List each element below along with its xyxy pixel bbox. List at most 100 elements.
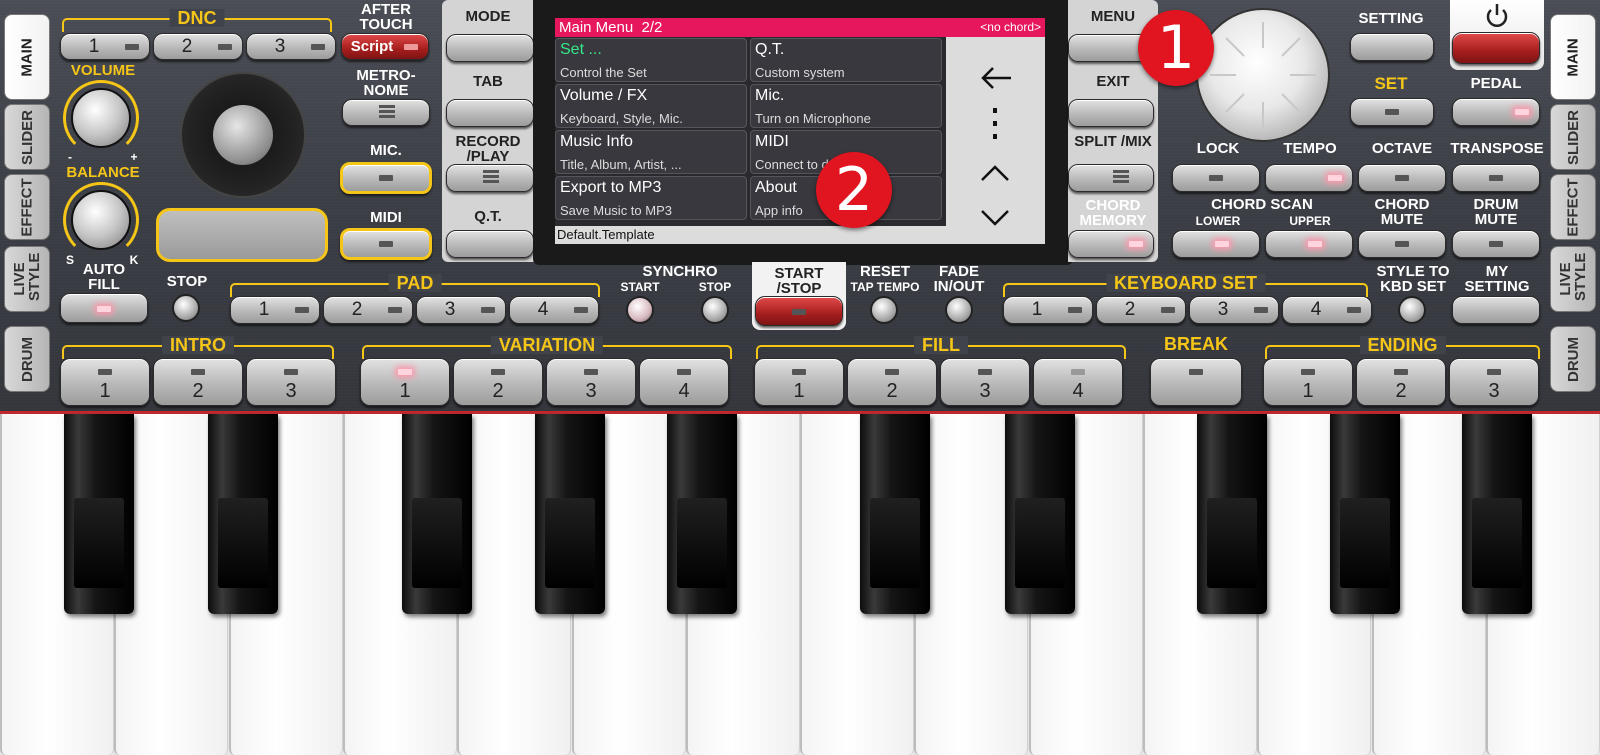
side-tab-drum-left[interactable]: DRUM (4, 326, 50, 392)
black-key[interactable] (1005, 414, 1075, 614)
transpose-button[interactable] (1452, 164, 1540, 192)
fill-3-button[interactable]: 3 (940, 358, 1030, 406)
black-key[interactable] (208, 414, 278, 614)
start-stop-led (792, 309, 806, 315)
synchro-start-knob[interactable] (626, 296, 654, 324)
script-button[interactable]: Script (341, 33, 429, 60)
variation-3-button[interactable]: 3 (546, 358, 636, 406)
volume-knob[interactable] (71, 88, 131, 148)
side-tab-live-style-left[interactable]: LIVE STYLE (4, 246, 50, 312)
balance-minus: - (68, 150, 72, 164)
dnc-2-button[interactable]: 2 (153, 33, 243, 60)
fill-4-button[interactable]: 4 (1033, 358, 1123, 406)
menu-item-mic[interactable]: Mic. Turn on Microphone (750, 84, 942, 128)
pad-3-button[interactable]: 3 (416, 296, 506, 324)
keyboard-set-2-button[interactable]: 2 (1096, 296, 1186, 324)
black-key[interactable] (1197, 414, 1267, 614)
pad-2-led (388, 307, 402, 313)
chord-scan-upper-button[interactable] (1265, 230, 1353, 258)
chord-mute-led (1395, 241, 1409, 247)
tempo-button[interactable] (1265, 164, 1353, 192)
menu-item-export-mp3[interactable]: Export to MP3 Save Music to MP3 (555, 176, 747, 220)
dnc-3-button[interactable]: 3 (246, 33, 336, 60)
variation-4-button[interactable]: 4 (639, 358, 729, 406)
keyboard-set-3-button[interactable]: 3 (1189, 296, 1279, 324)
qt-button[interactable] (446, 230, 534, 258)
pad-2-button[interactable]: 2 (323, 296, 413, 324)
black-key[interactable] (64, 414, 134, 614)
chord-scan-lower-button[interactable] (1172, 230, 1260, 258)
ending-1-button[interactable]: 1 (1263, 358, 1353, 406)
black-key[interactable] (1330, 414, 1400, 614)
tab-button[interactable] (446, 99, 534, 127)
mic-button[interactable] (340, 162, 432, 194)
keyboard-set-1-button[interactable]: 1 (1003, 296, 1093, 324)
ending-3-button[interactable]: 3 (1449, 358, 1539, 406)
exit-button[interactable] (1068, 99, 1154, 127)
black-key[interactable] (1462, 414, 1532, 614)
break-button[interactable] (1150, 358, 1242, 406)
intro-1-button[interactable]: 1 (60, 358, 150, 406)
black-key[interactable] (402, 414, 472, 614)
pad-1-button[interactable]: 1 (230, 296, 320, 324)
pad-4-button[interactable]: 4 (509, 296, 599, 324)
chevron-up-icon[interactable] (980, 164, 1010, 182)
setting-button[interactable] (1350, 33, 1434, 61)
black-key[interactable] (667, 414, 737, 614)
mic-led (379, 175, 393, 181)
intro-2-button[interactable]: 2 (153, 358, 243, 406)
start-stop-button[interactable] (755, 296, 843, 326)
variation-2-button[interactable]: 2 (453, 358, 543, 406)
metronome-button[interactable] (342, 99, 430, 126)
fill-2-button[interactable]: 2 (847, 358, 937, 406)
octave-button[interactable] (1358, 164, 1446, 192)
fade-knob[interactable] (945, 296, 973, 324)
synchro-stop-knob[interactable] (701, 296, 729, 324)
auto-fill-button[interactable] (60, 293, 148, 323)
menu-item-qt[interactable]: Q.T. Custom system (750, 38, 942, 82)
keyboard-set-4-button[interactable]: 4 (1282, 296, 1372, 324)
volume-label: VOLUME (70, 62, 136, 79)
touch-pad[interactable] (156, 208, 328, 262)
chord-mute-button[interactable] (1358, 230, 1446, 258)
black-key[interactable] (535, 414, 605, 614)
reset-knob[interactable] (870, 296, 898, 324)
black-key[interactable] (860, 414, 930, 614)
menu-item-volume-fx[interactable]: Volume / FX Keyboard, Style, Mic. (555, 84, 747, 128)
side-tab-slider-left[interactable]: SLIDER (4, 104, 50, 170)
lock-button[interactable] (1172, 164, 1260, 192)
pedal-button[interactable] (1452, 98, 1540, 126)
side-tab-main-right[interactable]: MAIN (1550, 14, 1596, 100)
mode-button[interactable] (446, 34, 534, 62)
intro-3-button[interactable]: 3 (246, 358, 336, 406)
side-tab-effect-left[interactable]: EFFECT (4, 174, 50, 240)
side-tab-effect-right[interactable]: EFFECT (1550, 174, 1596, 240)
balance-knob[interactable] (71, 190, 131, 250)
record-play-button[interactable] (446, 164, 534, 192)
stop-knob[interactable] (172, 294, 200, 322)
side-tab-live-style-right[interactable]: LIVE STYLE (1550, 246, 1596, 312)
menu-item-set[interactable]: Set ... Control the Set (555, 38, 747, 82)
my-setting-button[interactable] (1452, 296, 1540, 324)
split-mix-button[interactable] (1068, 164, 1154, 192)
style-to-kbd-knob[interactable] (1398, 296, 1426, 324)
more-vert-icon[interactable] (990, 107, 1000, 141)
drum-mute-button[interactable] (1452, 230, 1540, 258)
chevron-down-icon[interactable] (980, 209, 1010, 227)
menu-item-music-info[interactable]: Music Info Title, Album, Artist, ... (555, 130, 747, 174)
ending-2-button[interactable]: 2 (1356, 358, 1446, 406)
side-tab-slider-right[interactable]: SLIDER (1550, 104, 1596, 170)
arrow-left-icon[interactable] (979, 65, 1013, 91)
side-tab-drum-right[interactable]: DRUM (1550, 326, 1596, 392)
midi-button[interactable] (340, 228, 432, 260)
dnc-1-button[interactable]: 1 (60, 33, 150, 60)
annotation-badge-1: 1 (1138, 10, 1214, 86)
record-play-label: RECORD /PLAY (455, 133, 521, 165)
set-button[interactable] (1350, 98, 1434, 126)
chord-memory-button[interactable] (1068, 230, 1154, 258)
side-tab-main-left[interactable]: MAIN (4, 14, 50, 100)
variation-1-button[interactable]: 1 (360, 358, 450, 406)
power-button[interactable] (1452, 32, 1540, 64)
fill-1-button[interactable]: 1 (754, 358, 844, 406)
drum-mute-led (1489, 241, 1503, 247)
